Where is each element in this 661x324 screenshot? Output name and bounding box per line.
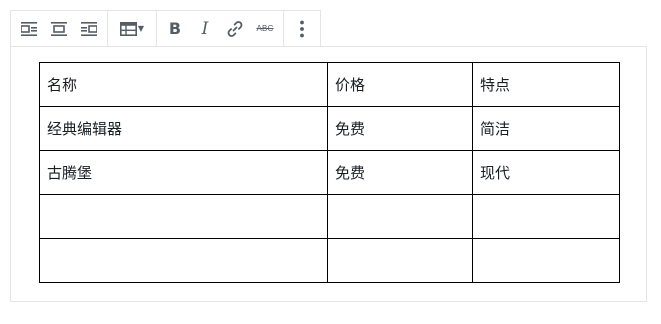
table-cell[interactable]: 简洁 (472, 106, 620, 151)
align-right-icon[interactable] (74, 14, 104, 44)
link-icon[interactable] (220, 14, 250, 44)
table-cell[interactable] (327, 238, 473, 283)
bold-icon[interactable]: B (160, 14, 190, 44)
data-table: 名称 价格 特点 经典编辑器 免费 简洁 古腾堡 免费 现代 (39, 62, 620, 283)
table-cell[interactable]: 免费 (327, 150, 473, 195)
chevron-down-icon: ▼ (137, 24, 145, 33)
alignment-group (11, 11, 108, 46)
table-cell[interactable] (327, 194, 473, 239)
table-cell[interactable] (472, 194, 620, 239)
table-row (39, 194, 620, 239)
table-cell[interactable]: 经典编辑器 (39, 106, 328, 151)
formatting-group: B I ABC (157, 11, 284, 46)
table-cell[interactable]: 现代 (472, 150, 620, 195)
more-group (284, 11, 320, 46)
table-cell[interactable] (39, 238, 328, 283)
table-row: 古腾堡 免费 现代 (39, 150, 620, 195)
table-group: ▼ (108, 11, 157, 46)
table-cell[interactable]: 特点 (472, 62, 620, 107)
bold-glyph: B (168, 19, 182, 38)
block-toolbar: ▼ B I ABC (10, 10, 321, 47)
italic-glyph: I (201, 18, 209, 39)
table-cell[interactable]: 古腾堡 (39, 150, 328, 195)
table-row (39, 238, 620, 283)
table-cell[interactable]: 免费 (327, 106, 473, 151)
table-icon[interactable]: ▼ (111, 14, 153, 44)
table-cell[interactable]: 名称 (39, 62, 328, 107)
align-left-icon[interactable] (14, 14, 44, 44)
table-cell[interactable]: 价格 (327, 62, 473, 107)
table-cell[interactable] (472, 238, 620, 283)
strikethrough-icon[interactable]: ABC (250, 14, 280, 44)
more-vertical-icon[interactable] (287, 14, 317, 44)
align-center-icon[interactable] (44, 14, 74, 44)
italic-icon[interactable]: I (190, 14, 220, 44)
table-row: 经典编辑器 免费 简洁 (39, 106, 620, 151)
table-cell[interactable] (39, 194, 328, 239)
table-row: 名称 价格 特点 (39, 62, 620, 107)
strikethrough-glyph: ABC (256, 24, 274, 33)
